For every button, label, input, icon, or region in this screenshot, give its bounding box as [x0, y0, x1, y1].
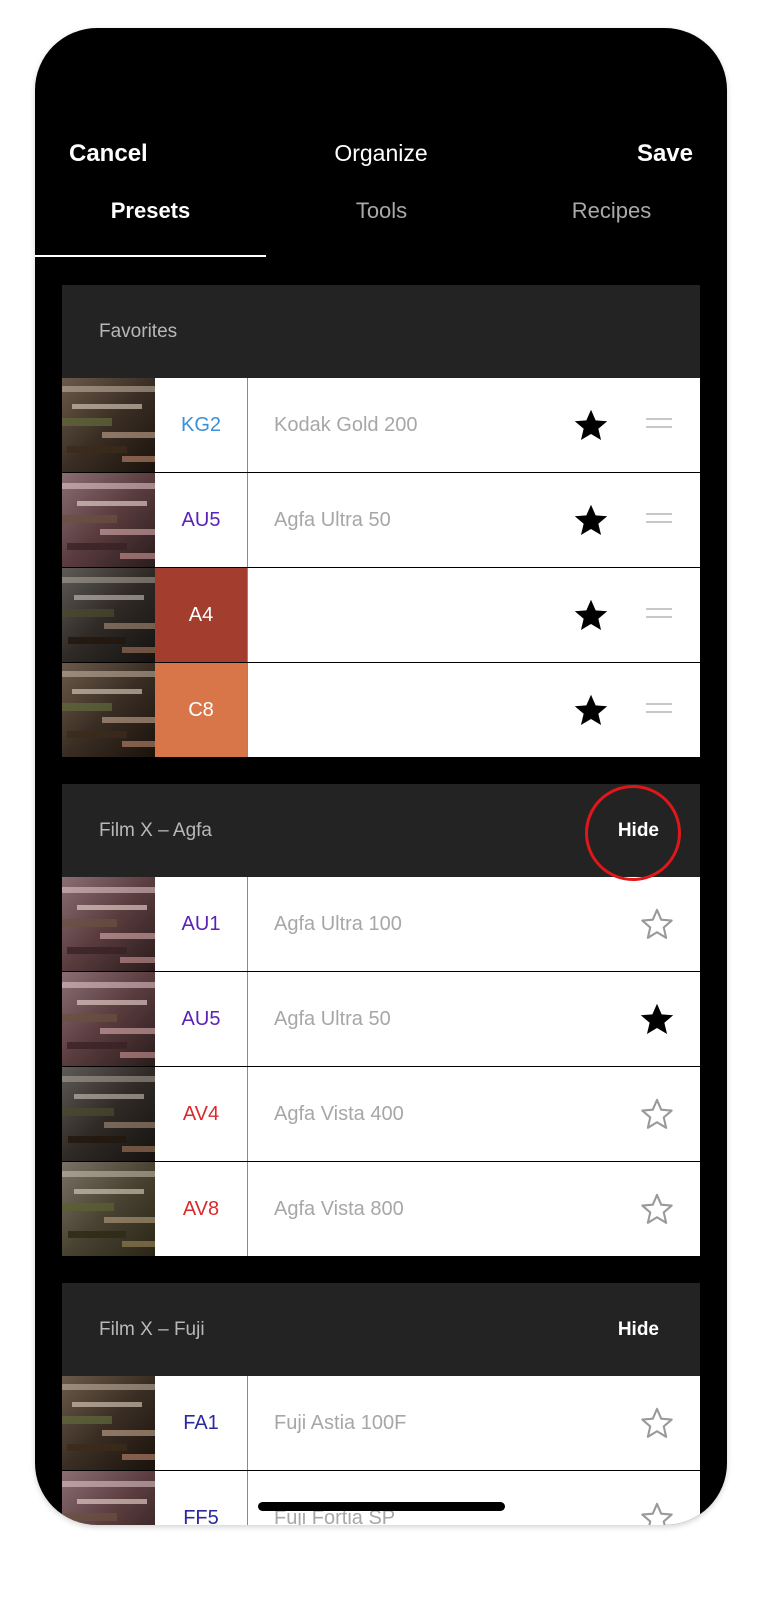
section-gap — [62, 757, 700, 784]
preset-thumbnail — [62, 972, 155, 1066]
star-outline-icon[interactable] — [639, 1405, 675, 1441]
preset-thumbnail — [62, 473, 155, 567]
section-header-favorites: Favorites — [62, 285, 700, 378]
drag-handle-icon[interactable] — [646, 418, 672, 432]
star-outline-icon[interactable] — [639, 1191, 675, 1227]
preset-code: KG2 — [155, 378, 248, 472]
list-item[interactable]: A4 — [62, 567, 700, 662]
active-tab-indicator — [35, 255, 266, 257]
preset-thumbnail — [62, 1162, 155, 1256]
preset-name: Fuji Astia 100F — [274, 1412, 407, 1434]
drag-handle-icon[interactable] — [646, 703, 672, 717]
preset-thumbnail — [62, 1471, 155, 1525]
list-item[interactable]: KG2 Kodak Gold 200 — [62, 378, 700, 472]
star-outline-icon[interactable] — [639, 1096, 675, 1132]
preset-thumbnail — [62, 568, 155, 662]
preset-list[interactable]: Favorites KG2 Kodak Gold 200 AU5 Agfa Ul… — [62, 285, 700, 1525]
star-outline-icon[interactable] — [639, 906, 675, 942]
star-outline-icon[interactable] — [639, 1500, 675, 1525]
preset-name: Kodak Gold 200 — [274, 414, 418, 436]
drag-handle-icon[interactable] — [646, 608, 672, 622]
preset-name: Agfa Vista 800 — [274, 1198, 404, 1220]
tab-recipes[interactable]: Recipes — [496, 198, 727, 224]
preset-name: Agfa Ultra 50 — [274, 509, 391, 531]
section-header-fuji: Film X – Fuji Hide — [62, 1283, 700, 1376]
preset-thumbnail — [62, 663, 155, 757]
preset-code: C8 — [155, 663, 248, 757]
list-item[interactable]: FA1 Fuji Astia 100F — [62, 1376, 700, 1470]
preset-code: AU5 — [155, 972, 248, 1066]
star-filled-icon[interactable] — [639, 1001, 675, 1037]
star-filled-icon[interactable] — [573, 692, 609, 728]
list-item[interactable]: AU5 Agfa Ultra 50 — [62, 472, 700, 567]
preset-thumbnail — [62, 1067, 155, 1161]
section-title: Film X – Agfa — [99, 820, 212, 841]
home-indicator — [258, 1502, 505, 1511]
preset-code: FA1 — [155, 1376, 248, 1470]
preset-name: Fuji Fortia SP — [274, 1507, 396, 1525]
list-item[interactable]: AV4 Agfa Vista 400 — [62, 1066, 700, 1161]
star-filled-icon[interactable] — [573, 597, 609, 633]
list-item[interactable]: AU5 Agfa Ultra 50 — [62, 971, 700, 1066]
preset-code: AV4 — [155, 1067, 248, 1161]
star-filled-icon[interactable] — [573, 502, 609, 538]
tab-bar: Presets Tools Recipes — [35, 198, 727, 260]
star-filled-icon[interactable] — [573, 407, 609, 443]
preset-thumbnail — [62, 1376, 155, 1470]
preset-thumbnail — [62, 378, 155, 472]
preset-name: Agfa Ultra 50 — [274, 1008, 391, 1030]
highlight-circle — [585, 785, 681, 881]
list-item[interactable]: FF5 Fuji Fortia SP — [62, 1470, 700, 1525]
preset-thumbnail — [62, 877, 155, 971]
preset-code: FF5 — [155, 1471, 248, 1525]
preset-code: AU5 — [155, 473, 248, 567]
section-title: Film X – Fuji — [99, 1319, 205, 1340]
preset-code: AU1 — [155, 877, 248, 971]
save-button[interactable]: Save — [637, 140, 693, 168]
preset-name: Agfa Vista 400 — [274, 1103, 404, 1125]
tab-presets[interactable]: Presets — [35, 198, 266, 224]
page-title: Organize — [334, 140, 428, 166]
preset-code: A4 — [155, 568, 248, 662]
list-item[interactable]: C8 — [62, 662, 700, 757]
section-title: Favorites — [99, 321, 178, 342]
phone-frame: Cancel Organize Save Presets Tools Recip… — [35, 28, 727, 1525]
preset-name: Agfa Ultra 100 — [274, 913, 402, 935]
tab-tools[interactable]: Tools — [266, 198, 497, 224]
preset-code: AV8 — [155, 1162, 248, 1256]
section-gap — [62, 1256, 700, 1283]
drag-handle-icon[interactable] — [646, 513, 672, 527]
top-bar: Cancel Organize Save — [35, 140, 727, 180]
list-item[interactable]: AV8 Agfa Vista 800 — [62, 1161, 700, 1256]
list-item[interactable]: AU1 Agfa Ultra 100 — [62, 877, 700, 971]
hide-button[interactable]: Hide — [618, 1319, 659, 1341]
